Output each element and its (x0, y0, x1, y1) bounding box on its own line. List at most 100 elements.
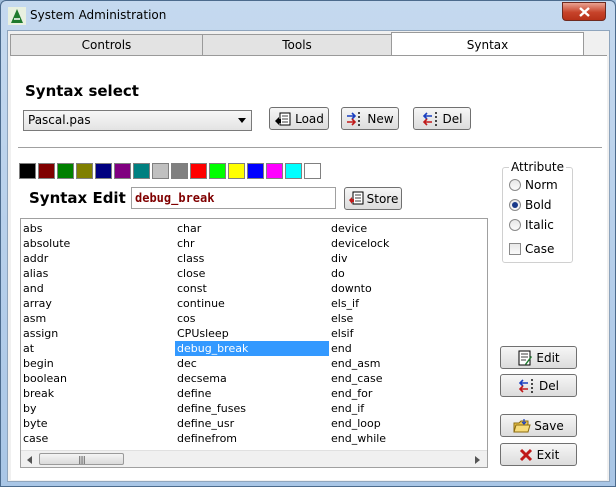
list-item[interactable]: at (21, 341, 175, 356)
scroll-right-icon[interactable] (475, 456, 480, 464)
list-item[interactable]: downto (329, 281, 483, 296)
list-item[interactable]: class (175, 251, 329, 266)
syntax-file-dropdown[interactable]: Pascal.pas (23, 110, 252, 131)
list-item[interactable]: and (21, 281, 175, 296)
list-item[interactable]: end_if (329, 401, 483, 416)
horizontal-scrollbar[interactable]: |||| (21, 450, 487, 467)
list-item[interactable]: break (21, 386, 175, 401)
list-item[interactable]: continue (175, 296, 329, 311)
case-checkbox-box[interactable] (509, 243, 521, 255)
list-item[interactable]: elsif (329, 326, 483, 341)
color-swatch[interactable] (247, 163, 264, 179)
color-swatch[interactable] (266, 163, 283, 179)
new-button[interactable]: New (341, 107, 399, 130)
list-item[interactable]: char (175, 221, 329, 236)
list-item[interactable]: define_fuses (175, 401, 329, 416)
del-label: Del (442, 111, 463, 126)
list-item[interactable]: assign (21, 326, 175, 341)
list-item[interactable]: else (329, 311, 483, 326)
list-item[interactable]: devicelock (329, 236, 483, 251)
radio-bold-indicator[interactable] (509, 199, 521, 211)
tab-controls[interactable]: Controls (10, 34, 203, 55)
tab-syntax[interactable]: Syntax (391, 32, 584, 56)
close-button[interactable] (562, 2, 606, 21)
color-swatch[interactable] (133, 163, 150, 179)
keyword-list[interactable]: abs absolute addr alias and array asm assign at b… (20, 218, 488, 468)
list-item[interactable]: end_case (329, 371, 483, 386)
keyword-delete-button[interactable]: Del (500, 374, 577, 397)
grip-icon: |||| (78, 454, 86, 464)
list-item[interactable]: case (21, 431, 175, 446)
list-item[interactable]: end_for (329, 386, 483, 401)
save-button[interactable]: Save (500, 414, 577, 437)
case-checkbox[interactable]: Case (509, 242, 554, 256)
list-item[interactable]: definefrom (175, 431, 329, 446)
delete-icon (518, 378, 533, 393)
color-swatch[interactable] (304, 163, 321, 179)
syntax-delete-button[interactable]: Del (413, 107, 471, 130)
tab-tools[interactable]: Tools (202, 34, 392, 55)
scroll-thumb[interactable]: |||| (39, 453, 124, 465)
list-item[interactable]: CPUsleep (175, 326, 329, 341)
scroll-left-icon[interactable] (27, 456, 32, 464)
list-item[interactable]: end_asm (329, 356, 483, 371)
list-item[interactable]: chr (175, 236, 329, 251)
color-swatch[interactable] (19, 163, 36, 179)
list-item[interactable]: do (329, 266, 483, 281)
radio-norm-indicator[interactable] (509, 179, 521, 191)
case-label: Case (525, 242, 555, 256)
list-item[interactable]: cos (175, 311, 329, 326)
list-item[interactable]: begin (21, 356, 175, 371)
color-swatch[interactable] (190, 163, 207, 179)
title-bar[interactable]: System Administration (1, 1, 615, 31)
edit-button[interactable]: Edit (500, 346, 577, 369)
edit-label: Edit (536, 350, 560, 365)
list-item[interactable]: decsema (175, 371, 329, 386)
list-item[interactable]: array (21, 296, 175, 311)
color-swatch[interactable] (114, 163, 131, 179)
list-item[interactable]: close (175, 266, 329, 281)
color-swatch[interactable] (76, 163, 93, 179)
list-item[interactable]: els_if (329, 296, 483, 311)
syntax-panel: Syntax select Pascal.pas Load New Del Sy… (11, 56, 607, 480)
list-item[interactable]: abs (21, 221, 175, 236)
load-button[interactable]: Load (269, 107, 329, 130)
color-swatch[interactable] (152, 163, 169, 179)
list-item[interactable]: device (329, 221, 483, 236)
list-item[interactable]: by (21, 401, 175, 416)
list-item[interactable]: byte (21, 416, 175, 431)
list-item[interactable]: end_while (329, 431, 483, 446)
list-item[interactable]: alias (21, 266, 175, 281)
color-swatch[interactable] (228, 163, 245, 179)
color-swatch[interactable] (209, 163, 226, 179)
list-item[interactable]: boolean (21, 371, 175, 386)
radio-italic-indicator[interactable] (509, 219, 521, 231)
syntax-edit-input[interactable]: debug_break (131, 187, 336, 209)
keyword-column-2: char chr class close const continue cos CPUslee… (175, 221, 329, 446)
color-swatch[interactable] (57, 163, 74, 179)
list-item[interactable]: absolute (21, 236, 175, 251)
list-item[interactable]: end (329, 341, 483, 356)
list-item[interactable]: dec (175, 356, 329, 371)
radio-norm[interactable]: Norm (509, 178, 558, 192)
list-item[interactable]: debug_break (175, 341, 329, 356)
exit-x-icon (519, 448, 532, 461)
exit-button[interactable]: Exit (500, 443, 577, 466)
radio-italic[interactable]: Italic (509, 218, 554, 232)
radio-bold[interactable]: Bold (509, 198, 552, 212)
list-item[interactable]: div (329, 251, 483, 266)
list-item[interactable]: addr (21, 251, 175, 266)
color-swatch[interactable] (171, 163, 188, 179)
list-item[interactable]: define (175, 386, 329, 401)
del-label: Del (539, 378, 559, 393)
close-icon (578, 6, 590, 17)
store-button[interactable]: Store (344, 187, 402, 210)
list-item[interactable]: define_usr (175, 416, 329, 431)
new-label: New (367, 111, 394, 126)
list-item[interactable]: asm (21, 311, 175, 326)
color-swatch[interactable] (285, 163, 302, 179)
list-item[interactable]: const (175, 281, 329, 296)
color-swatch[interactable] (95, 163, 112, 179)
list-item[interactable]: end_loop (329, 416, 483, 431)
color-swatch[interactable] (38, 163, 55, 179)
